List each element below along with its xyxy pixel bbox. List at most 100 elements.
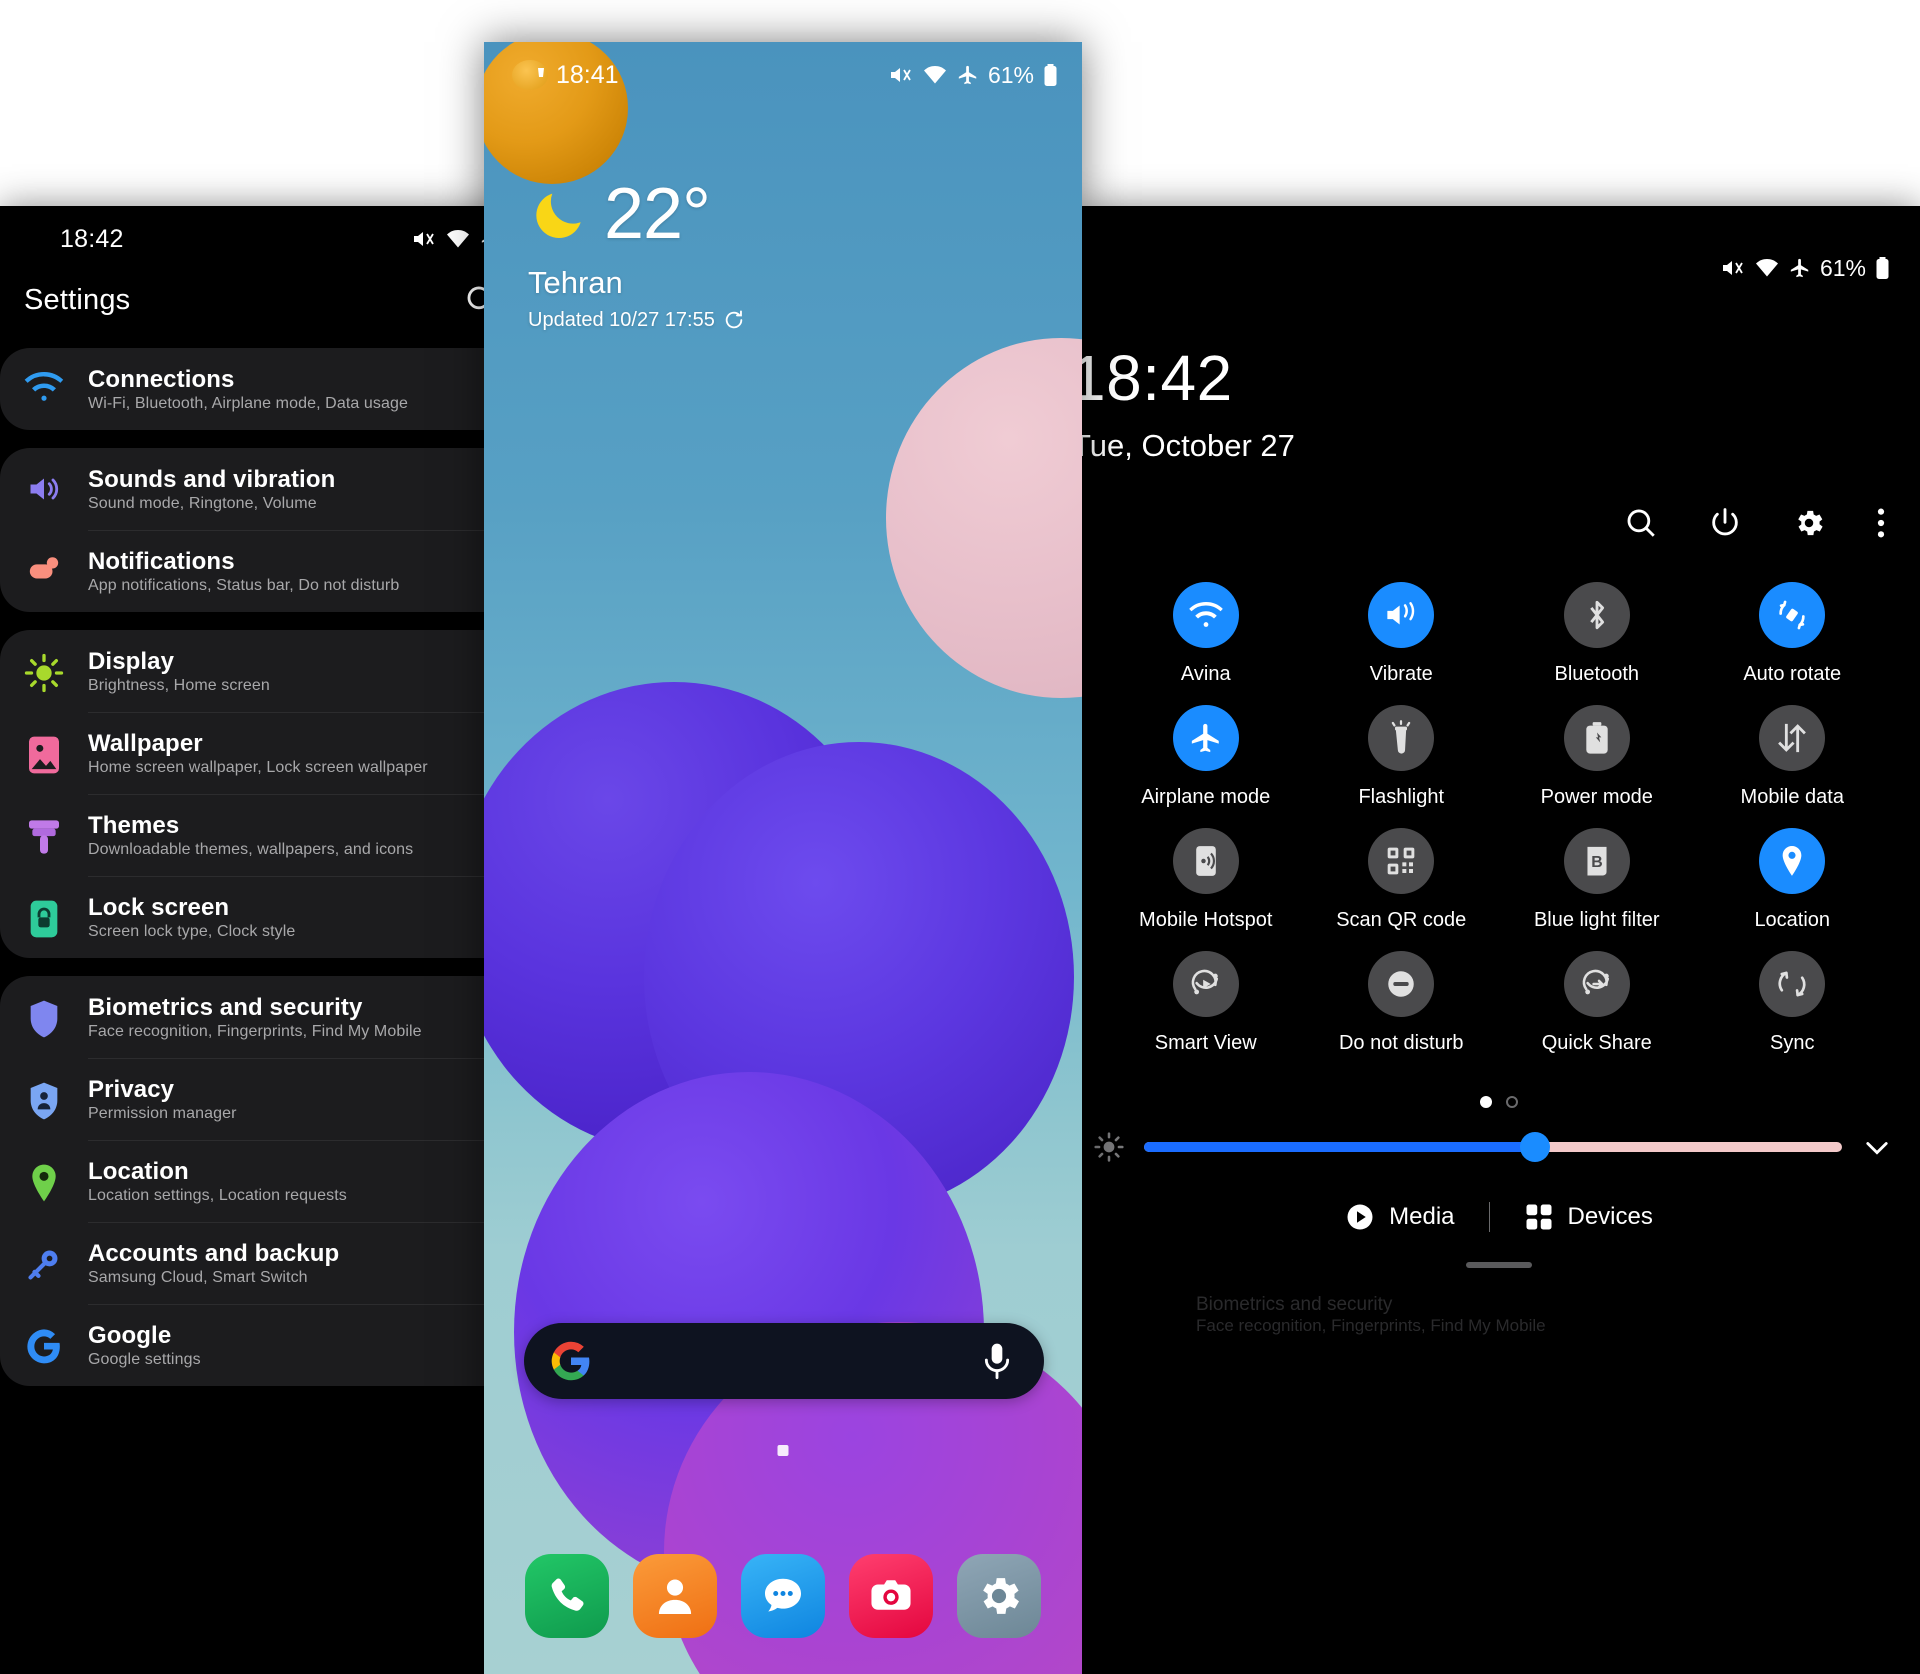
page-dot-active[interactable] (1480, 1096, 1492, 1108)
airplane-icon (1790, 258, 1809, 278)
settings-row-title: Display (88, 648, 175, 675)
speaker-icon (0, 465, 88, 507)
quick-tile-label: Flashlight (1358, 786, 1445, 808)
weather-widget[interactable]: 22° Tehran Updated 10/27 17:55 (528, 174, 745, 332)
weather-temperature: 22° (604, 174, 711, 254)
settings-row-title: Lock screen (88, 894, 230, 921)
brightness-slider-fill (1144, 1142, 1535, 1152)
quick-tile-sync[interactable]: Sync (1695, 951, 1891, 1066)
quick-tile-vibrate[interactable]: Vibrate (1304, 582, 1500, 697)
settings-row-subtitle: Home screen wallpaper, Lock screen wallp… (88, 759, 428, 776)
quick-tile-location[interactable]: Location (1695, 828, 1891, 943)
brightness-slider-knob[interactable] (1519, 1132, 1550, 1162)
dock-icon-phone[interactable] (525, 1554, 609, 1638)
power-icon[interactable] (1708, 506, 1742, 540)
quick-panel-clock: 18:42 Tue, October 27 (1078, 302, 1920, 464)
home-page-indicator[interactable] (777, 1445, 789, 1456)
page-dot-inactive[interactable] (1506, 1096, 1518, 1108)
quick-tile-label: Bluetooth (1554, 663, 1639, 685)
settings-row-title: Accounts and backup (88, 1240, 340, 1267)
settings-row-subtitle: App notifications, Status bar, Do not di… (88, 577, 400, 594)
quick-panel-actions (1078, 464, 1920, 540)
brightness-sun-icon (0, 647, 88, 693)
settings-row-title: Location (88, 1158, 189, 1185)
brightness-slider-row[interactable] (1078, 1108, 1920, 1164)
chevron-down-icon[interactable] (1860, 1130, 1894, 1164)
quick-tile-airplane-mode[interactable]: Airplane mode (1108, 705, 1304, 820)
quick-tile-label: Do not disturb (1338, 1032, 1464, 1054)
settings-row-title: Biometrics and security (88, 994, 363, 1021)
quick-tile-quick-share[interactable]: Quick Share (1499, 951, 1695, 1066)
quick-tile-label: Smart View (1154, 1032, 1257, 1054)
dock-icon-settings[interactable] (957, 1554, 1041, 1638)
quick-tile-label: Auto rotate (1743, 663, 1842, 685)
smart-view-icon (1172, 951, 1239, 1017)
overflow-menu-icon[interactable] (1876, 506, 1886, 540)
weather-updated-text: Updated 10/27 17:55 (528, 308, 715, 331)
bluetooth-icon (1563, 582, 1630, 648)
settings-row-title: Sounds and vibration (88, 466, 336, 493)
refresh-icon[interactable] (723, 309, 745, 331)
brightness-icon (1094, 1132, 1124, 1162)
mute-icon (890, 68, 911, 82)
devices-button[interactable]: Devices (1524, 1202, 1653, 1232)
settings-row-title: Themes (88, 812, 180, 839)
media-button[interactable]: Media (1345, 1202, 1455, 1232)
google-search-bar[interactable] (524, 1323, 1044, 1399)
microphone-icon[interactable] (980, 1341, 1014, 1381)
quick-panel-page-indicator[interactable] (1078, 1066, 1920, 1108)
dock-icon-camera[interactable] (849, 1554, 933, 1638)
quick-tile-power-mode[interactable]: Power mode (1499, 705, 1695, 820)
media-label: Media (1389, 1203, 1455, 1230)
clock-date: Tue, October 27 (1078, 428, 1295, 463)
clock-time: 18:42 (1078, 342, 1233, 414)
svg-text:B: B (1591, 854, 1602, 871)
screenshot-stage: 18:42 61% Settings (0, 0, 1920, 1674)
settings-row-title: Privacy (88, 1076, 175, 1103)
quick-tile-smart-view[interactable]: Smart View (1108, 951, 1304, 1066)
quick-tile-auto-rotate[interactable]: Auto rotate (1695, 582, 1891, 697)
mute-icon (413, 232, 434, 246)
search-icon[interactable] (1624, 506, 1658, 540)
settings-row-subtitle: Sound mode, Ringtone, Volume (88, 495, 317, 512)
dock-icon-contacts[interactable] (633, 1554, 717, 1638)
settings-row-title: Notifications (88, 548, 235, 575)
quick-tile-avina[interactable]: Avina (1108, 582, 1304, 697)
home-screen-phone-window: 18:41 61% 22° Tehran Updated 10/27 17:55 (484, 42, 1082, 1674)
settings-row-title: Wallpaper (88, 730, 203, 757)
background-row-title: Biometrics and security (1196, 1294, 1393, 1315)
quick-tile-label: Airplane mode (1141, 786, 1271, 808)
play-circle-icon (1347, 1204, 1373, 1230)
quick-tile-mobile-data[interactable]: Mobile data (1695, 705, 1891, 820)
settings-row-subtitle: Google settings (88, 1351, 201, 1368)
wifi-icon (446, 230, 469, 248)
image-icon (0, 729, 88, 775)
quick-tile-scan-qr-code[interactable]: Scan QR code (1304, 828, 1500, 943)
devices-grid-icon (1526, 1204, 1551, 1230)
quick-tile-flashlight[interactable]: Flashlight (1304, 705, 1500, 820)
quick-tile-label: Power mode (1540, 786, 1653, 808)
quick-tile-label: Vibrate (1369, 663, 1433, 685)
location-pin-icon (0, 1157, 88, 1203)
dock-icon-messages[interactable] (741, 1554, 825, 1638)
wifi-icon (1755, 259, 1778, 277)
location-pin-icon (1759, 828, 1826, 894)
quick-tile-do-not-disturb[interactable]: Do not disturb (1304, 951, 1500, 1066)
quick-tile-label: Avina (1180, 663, 1231, 685)
mute-icon (1722, 261, 1743, 275)
lock-icon (0, 893, 88, 939)
settings-row-subtitle: Screen lock type, Clock style (88, 923, 296, 940)
gear-icon[interactable] (1792, 506, 1826, 540)
quick-tile-bluetooth[interactable]: Bluetooth (1499, 582, 1695, 697)
brightness-slider-track[interactable] (1144, 1132, 1842, 1162)
settings-row-subtitle: Samsung Cloud, Smart Switch (88, 1269, 308, 1286)
google-g-icon (0, 1321, 88, 1365)
settings-row-subtitle: Face recognition, Fingerprints, Find My … (88, 1023, 422, 1040)
quick-tile-mobile-hotspot[interactable]: Mobile Hotspot (1108, 828, 1304, 943)
weather-city: Tehran (528, 264, 623, 300)
quick-tile-blue-light-filter[interactable]: B Blue light filter (1499, 828, 1695, 943)
settings-row-subtitle: Downloadable themes, wallpapers, and ico… (88, 841, 414, 858)
shield-person-icon (0, 1075, 88, 1121)
google-g-icon (551, 1341, 590, 1381)
quick-share-icon (1563, 951, 1630, 1017)
